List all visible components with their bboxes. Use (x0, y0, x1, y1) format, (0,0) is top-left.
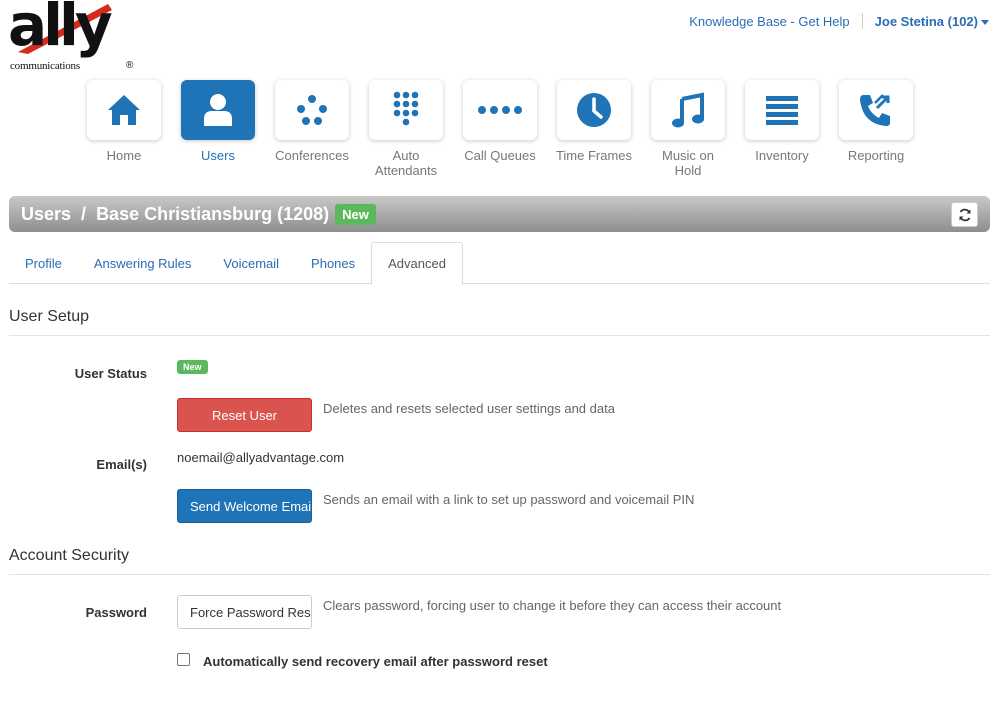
phone-report-icon (860, 94, 890, 126)
nav-call-queues[interactable]: Call Queues (453, 80, 547, 178)
nav-home[interactable]: Home (77, 80, 171, 178)
clock-icon (577, 93, 611, 127)
auto-recovery-email-checkbox[interactable] (177, 653, 190, 666)
tab-advanced[interactable]: Advanced (371, 242, 463, 285)
list-icon (766, 96, 798, 125)
nav-time-frames[interactable]: Time Frames (547, 80, 641, 178)
reset-user-help: Deletes and resets selected user setting… (323, 401, 615, 416)
nav-tile[interactable] (463, 80, 537, 140)
dots-icon (478, 106, 522, 114)
password-label: Password (85, 605, 147, 620)
nav-tile[interactable] (557, 80, 631, 140)
user-menu-dropdown[interactable]: Joe Stetina (102) (875, 14, 989, 29)
nav-auto-attendants[interactable]: Auto Attendants (359, 80, 453, 178)
nav-tile[interactable] (651, 80, 725, 140)
user-status-label: User Status (74, 366, 147, 381)
nav-reporting[interactable]: Reporting (829, 80, 923, 178)
main-nav: Home Users Conferences Auto Attendants C… (77, 80, 923, 178)
divider (861, 13, 863, 29)
user-status-badge: New (177, 360, 208, 374)
nav-tile[interactable] (839, 80, 913, 140)
divider (9, 335, 990, 336)
send-welcome-email-help: Sends an email with a link to set up pas… (323, 492, 695, 507)
logo-subtitle: communications (10, 60, 80, 72)
keypad-icon (393, 91, 419, 126)
caret-down-icon (981, 19, 989, 25)
logo-wordmark: ally (8, 0, 113, 59)
nav-label: Reporting (847, 148, 905, 163)
tab-profile[interactable]: Profile (9, 242, 78, 284)
nav-tile[interactable] (275, 80, 349, 140)
knowledge-base-link[interactable]: Knowledge Base - Get Help (689, 14, 849, 29)
tab-voicemail[interactable]: Voicemail (207, 242, 295, 284)
nav-label: Call Queues (464, 148, 536, 163)
nav-conferences[interactable]: Conferences (265, 80, 359, 178)
tab-answering-rules[interactable]: Answering Rules (78, 242, 208, 284)
nav-label: Inventory (755, 148, 809, 163)
auto-recovery-email-label[interactable]: Automatically send recovery email after … (203, 654, 548, 669)
tab-bar: Profile Answering Rules Voicemail Phones… (9, 242, 990, 285)
email-label: Email(s) (96, 457, 147, 472)
user-icon (204, 94, 232, 126)
force-password-reset-button[interactable]: Force Password Reset (177, 595, 312, 629)
tab-phones[interactable]: Phones (295, 242, 371, 284)
ally-logo[interactable]: ally communications ® (8, 0, 138, 72)
breadcrumb-section[interactable]: Users (21, 204, 71, 225)
breadcrumb-separator: / (81, 203, 87, 224)
music-icon (672, 92, 704, 128)
nav-label: Home (106, 148, 142, 163)
email-value: noemail@allyadvantage.com (177, 450, 345, 465)
nav-tile[interactable] (745, 80, 819, 140)
nav-label: Music on Hold (661, 148, 715, 178)
account-security-heading: Account Security (9, 547, 130, 564)
user-name: Joe Stetina (102) (874, 13, 978, 29)
page-title-bar: Users / Base Christiansburg (1208) New (9, 196, 990, 232)
refresh-icon (959, 208, 970, 221)
page-title: Base Christiansburg (1208) (96, 203, 330, 224)
user-setup-heading: User Setup (9, 308, 90, 325)
send-welcome-email-button[interactable]: Send Welcome Email (177, 489, 312, 523)
nav-tile[interactable] (181, 80, 255, 140)
conference-icon (297, 95, 327, 125)
nav-users[interactable]: Users (171, 80, 265, 178)
nav-music-on-hold[interactable]: Music on Hold (641, 80, 735, 178)
reset-user-button[interactable]: Reset User (177, 398, 312, 432)
nav-tile[interactable] (369, 80, 443, 140)
nav-label: Auto Attendants (374, 148, 438, 178)
refresh-button[interactable] (951, 202, 978, 227)
nav-label: Time Frames (555, 148, 633, 163)
force-password-reset-help: Clears password, forcing user to change … (323, 598, 782, 613)
logo-registered-mark: ® (126, 60, 134, 71)
home-icon (108, 95, 140, 125)
nav-inventory[interactable]: Inventory (735, 80, 829, 178)
divider (9, 574, 990, 575)
nav-label: Users (201, 148, 235, 163)
status-badge: New (335, 203, 376, 225)
top-right-menu: Knowledge Base - Get Help Joe Stetina (1… (689, 13, 989, 29)
nav-tile[interactable] (87, 80, 161, 140)
nav-label: Conferences (275, 148, 349, 163)
